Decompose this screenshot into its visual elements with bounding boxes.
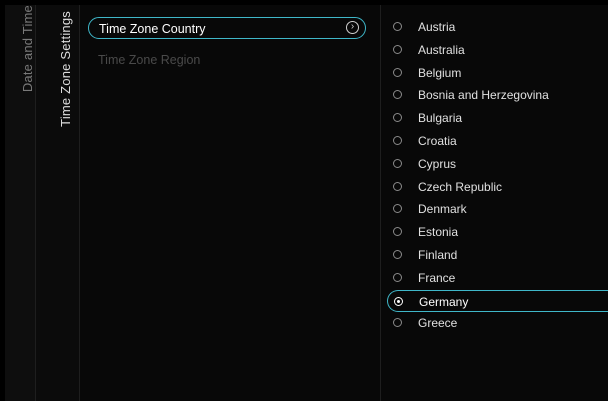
radio-button-icon[interactable] xyxy=(393,204,402,214)
country-option[interactable]: Bosnia and Herzegovina xyxy=(381,84,608,106)
time-zone-region-label: Time Zone Region xyxy=(98,53,201,67)
country-option[interactable]: Czech Republic xyxy=(381,176,608,198)
country-option[interactable]: Estonia xyxy=(381,221,608,243)
country-option[interactable]: Australia xyxy=(381,39,608,61)
country-option[interactable]: Bulgaria xyxy=(381,107,608,129)
radio-button-icon[interactable] xyxy=(393,181,402,191)
country-option[interactable]: Denmark xyxy=(381,198,608,220)
menu-item-time-zone-country[interactable]: Time Zone Country › xyxy=(88,17,366,39)
menu-item-time-zone-region[interactable]: Time Zone Region xyxy=(88,49,366,71)
radio-button-icon[interactable] xyxy=(393,67,402,77)
radio-button-icon[interactable] xyxy=(393,318,402,328)
chevron-right-icon: › xyxy=(346,21,359,34)
country-option[interactable]: Croatia xyxy=(381,130,608,152)
country-label: Belgium xyxy=(418,65,462,80)
country-option[interactable]: Germany xyxy=(387,289,608,312)
country-label: Cyprus xyxy=(418,156,457,171)
country-option[interactable]: Finland xyxy=(381,244,608,266)
country-label: Czech Republic xyxy=(418,179,503,194)
country-option[interactable]: France xyxy=(381,267,608,289)
country-label: Croatia xyxy=(418,134,457,148)
country-option[interactable]: Belgium xyxy=(381,62,608,84)
country-list: Austria Australia Belgium Bosnia and Herzeg… xyxy=(381,5,608,401)
radio-button-icon[interactable] xyxy=(393,250,402,259)
radio-button-icon[interactable] xyxy=(393,272,402,282)
breadcrumb-time-zone-settings[interactable]: Time Zone Settings xyxy=(36,5,80,401)
time-zone-settings-label: Time Zone Settings xyxy=(57,11,73,127)
tv-settings-screen: Date and Time Time Zone Settings Time Zo… xyxy=(5,5,608,401)
country-label: Austria xyxy=(418,20,456,34)
breadcrumb-date-and-time[interactable]: Date and Time xyxy=(5,5,36,401)
radio-button-icon[interactable] xyxy=(393,22,402,31)
time-zone-menu: Time Zone Country › Time Zone Region xyxy=(80,5,381,401)
country-label: Bosnia and Herzegovina xyxy=(418,88,549,103)
date-and-time-label: Date and Time xyxy=(20,5,35,93)
country-label: Finland xyxy=(418,248,458,262)
country-label: Germany xyxy=(419,294,469,309)
radio-button-icon[interactable] xyxy=(393,227,402,237)
radio-button-icon[interactable] xyxy=(393,44,402,54)
country-label: Bulgaria xyxy=(418,111,463,126)
radio-button-icon[interactable] xyxy=(393,90,402,100)
country-option[interactable]: Austria xyxy=(381,16,608,38)
country-label: Denmark xyxy=(418,202,467,217)
country-option[interactable]: Greece xyxy=(381,312,608,334)
country-label: Australia xyxy=(418,42,465,57)
radio-button-icon[interactable] xyxy=(393,113,402,123)
radio-button-icon[interactable] xyxy=(393,158,402,168)
radio-button-icon[interactable] xyxy=(393,136,402,145)
country-label: Greece xyxy=(418,316,458,331)
time-zone-country-label: Time Zone Country xyxy=(99,22,206,36)
country-label: France xyxy=(418,270,456,285)
radio-button-icon[interactable] xyxy=(394,296,403,306)
country-option[interactable]: Cyprus xyxy=(381,153,608,175)
country-label: Estonia xyxy=(418,225,459,240)
